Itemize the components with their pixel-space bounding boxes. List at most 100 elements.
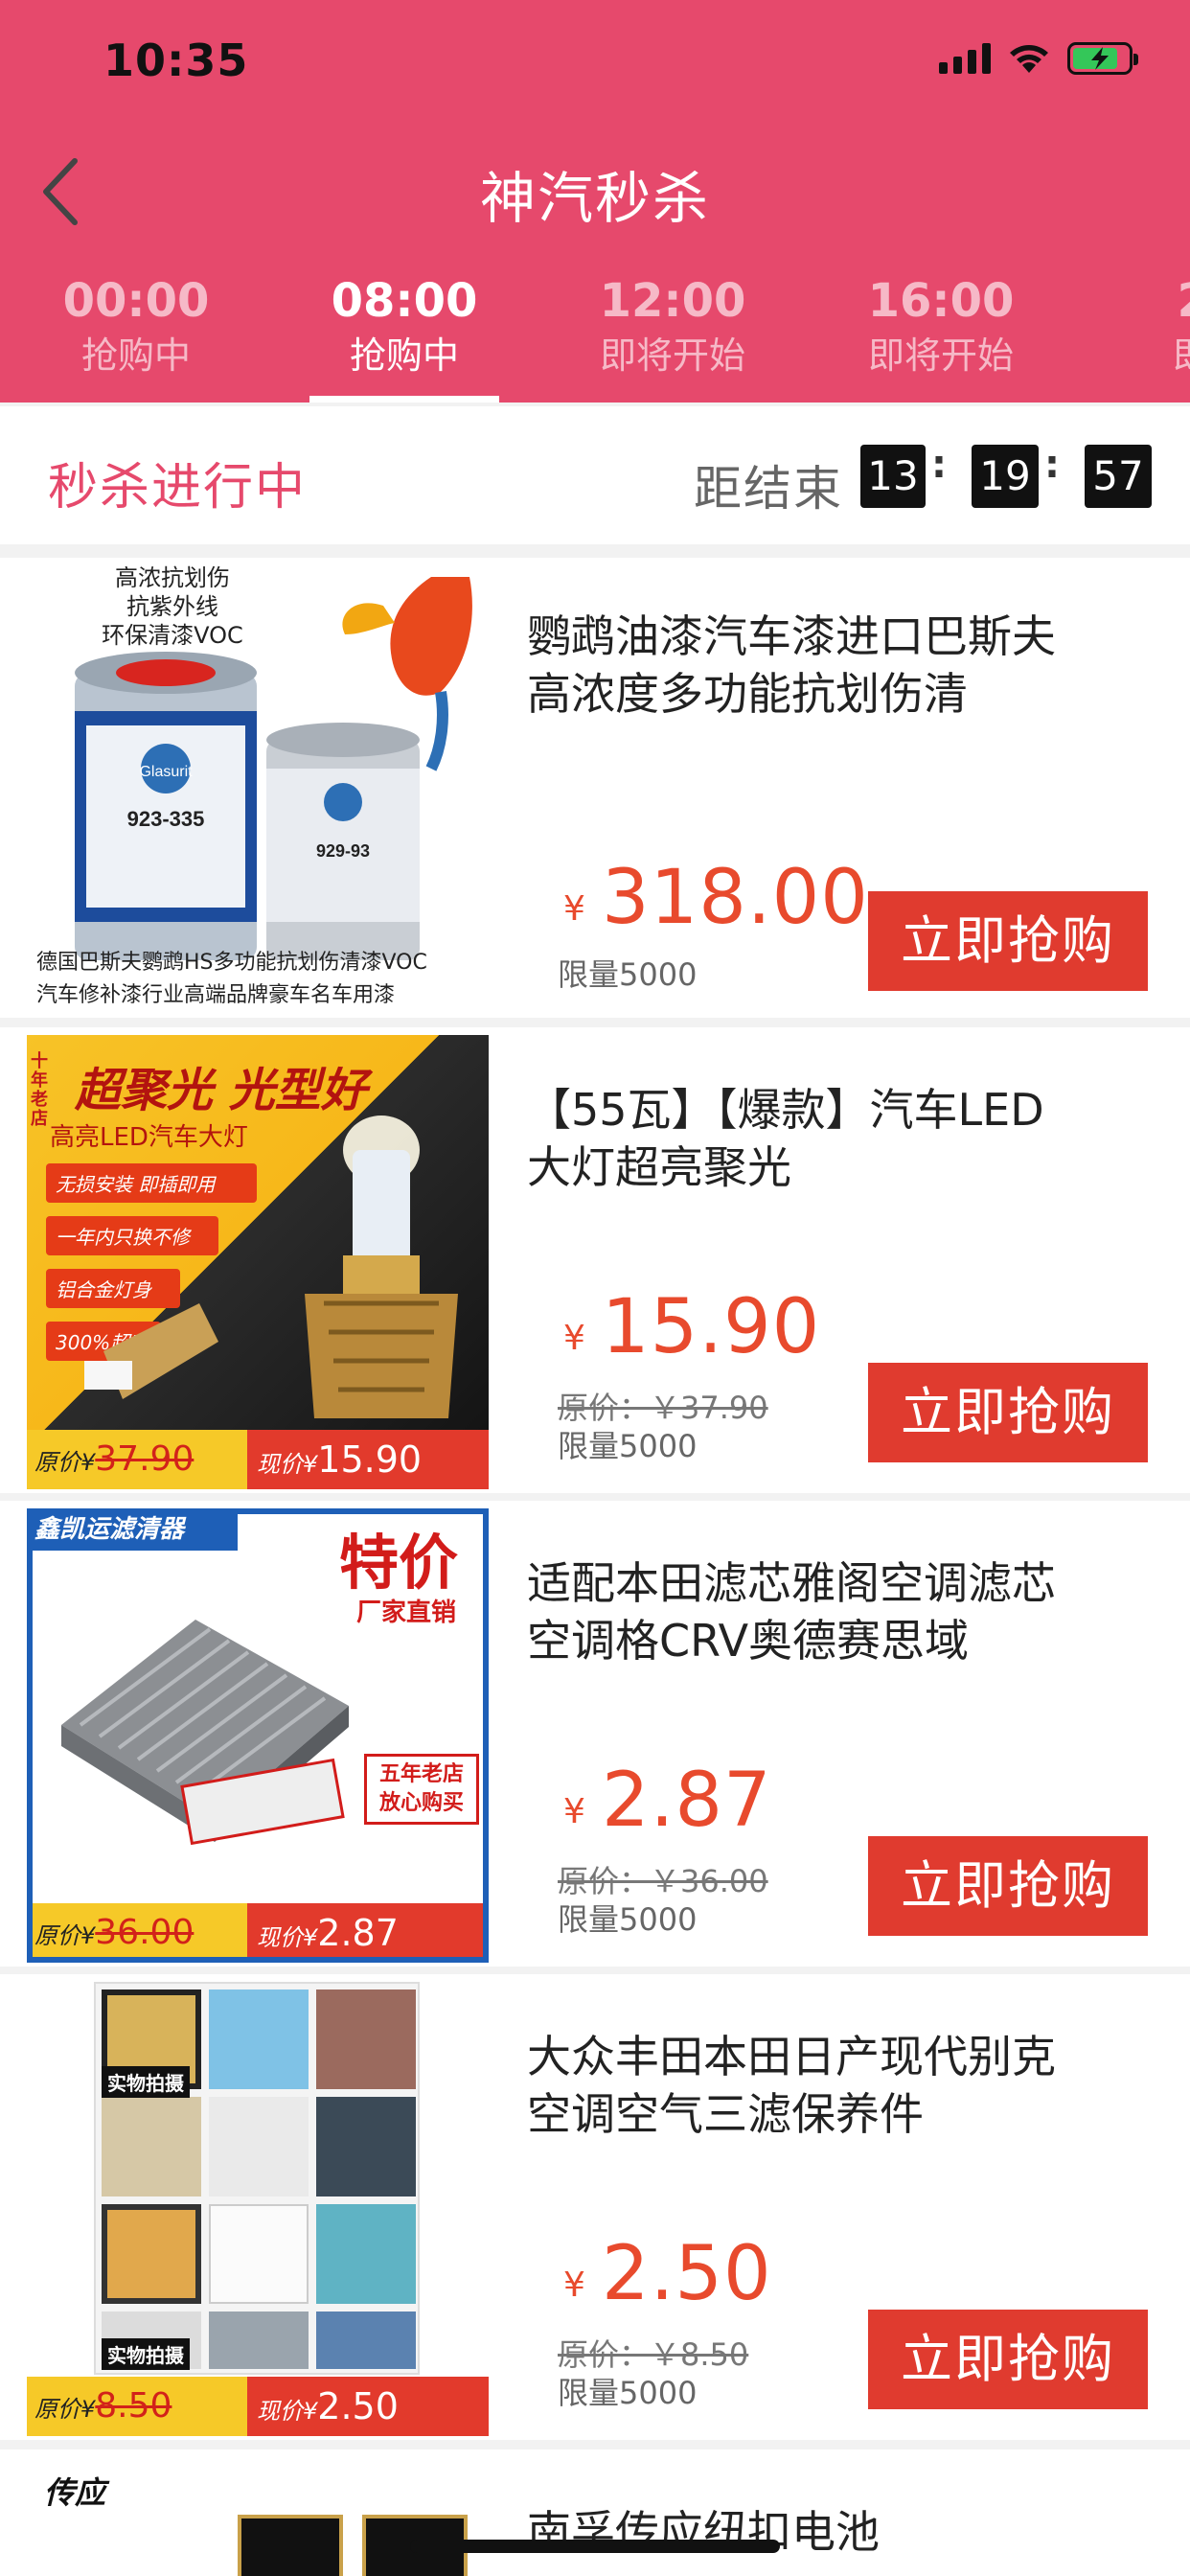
image-price-bar: 原价¥36.00 现价¥2.87	[33, 1903, 483, 1957]
tab-status: 即将开始	[867, 334, 1014, 377]
product-image: 传应	[27, 2457, 489, 2576]
image-text: 15.90	[317, 1438, 423, 1481]
image-text: 8.50	[95, 2386, 172, 2426]
buy-now-button[interactable]: 立即抢购	[868, 1363, 1148, 1462]
countdown-label: 距结束	[694, 461, 843, 517]
quantity-limit: 限量5000	[558, 956, 698, 993]
nav-bar: 神汽秒杀	[0, 134, 1190, 249]
quantity-limit: 限量5000	[558, 1901, 698, 1938]
image-text: 鑫凯运滤清器	[33, 1514, 238, 1551]
buy-now-button[interactable]: 立即抢购	[868, 2310, 1148, 2409]
cellular-signal-icon	[939, 43, 991, 74]
product-card[interactable]: 十年老店 超聚光 光型好 高亮LED汽车大灯 无损安装 即插即用 一年内只换不修…	[0, 1027, 1190, 1493]
currency-symbol: ¥	[563, 1792, 585, 1831]
image-text: 五年老店	[378, 1762, 464, 1786]
countdown-seconds: 57	[1085, 445, 1152, 508]
currency-symbol: ¥	[563, 889, 585, 929]
photo-grid: 实物拍摄 实物拍摄	[94, 1982, 420, 2375]
countdown-bar: 秒杀进行中 距结束 13 : 19 : 57	[0, 406, 1190, 544]
image-text: 抗紫外线	[126, 593, 218, 620]
image-text: 36.00	[95, 1913, 195, 1952]
currency-symbol: ¥	[563, 2266, 585, 2305]
status-icons	[939, 42, 1138, 75]
product-title[interactable]: 大众丰田本田日产现代别克空调空气三滤保养件	[527, 2028, 1064, 2143]
image-text: 汽车修补漆行业高端品牌豪车名车用漆	[36, 983, 396, 1007]
tab-status: 抢购中	[349, 334, 459, 377]
tab-1600[interactable]: 16:00 即将开始	[807, 268, 1075, 402]
product-title[interactable]: 适配本田滤芯雅阁空调滤芯空调格CRV奥德赛思域	[527, 1554, 1064, 1669]
image-text: 现价¥	[257, 1924, 318, 1951]
tab-2000[interactable]: 20 即将	[1075, 268, 1190, 402]
status-time: 10:35	[103, 34, 249, 86]
product-card[interactable]: 传应 南孚传应纽扣电池	[0, 2450, 1190, 2576]
tab-time: 20	[1075, 272, 1190, 330]
product-card[interactable]: Glasurit 923-335 929-93 高浓抗划伤 抗紫外线 环保清漆V…	[0, 558, 1190, 1018]
tab-status: 抢购中	[80, 334, 191, 377]
battery-icon	[1067, 42, 1138, 75]
product-image: Glasurit 923-335 929-93 高浓抗划伤 抗紫外线 环保清漆V…	[19, 558, 481, 1018]
tab-0800[interactable]: 08:00 抢购中	[270, 268, 538, 402]
quantity-limit: 限量5000	[558, 2375, 698, 2411]
image-text: 原价¥	[34, 2396, 96, 2423]
product-title[interactable]: 鹦鹉油漆汽车漆进口巴斯夫高浓度多功能抗划伤清	[527, 608, 1064, 723]
flash-sale-status: 秒杀进行中	[48, 459, 308, 517]
image-text: 放心购买	[378, 1791, 464, 1815]
countdown-separator: :	[1044, 443, 1060, 487]
shop-badge: 五年老店 放心购买	[364, 1754, 479, 1825]
sale-price: 2.50	[602, 2231, 772, 2317]
image-price-bar: 原价¥37.90 现价¥15.90	[27, 1430, 489, 1489]
quantity-limit: 限量5000	[558, 1428, 698, 1464]
countdown-hours: 13	[860, 445, 926, 508]
product-image: 十年老店 超聚光 光型好 高亮LED汽车大灯 无损安装 即插即用 一年内只换不修…	[27, 1035, 489, 1489]
image-text: 传应	[44, 2474, 106, 2511]
wifi-icon	[1010, 45, 1048, 73]
header: 10:35 神汽秒杀 00:00 抢购中 08:00 抢购中 12:00 即将开…	[0, 0, 1190, 402]
currency-symbol: ¥	[563, 1319, 585, 1358]
page-title: 神汽秒杀	[479, 166, 710, 231]
active-tab-indicator	[309, 396, 499, 402]
tab-time: 16:00	[867, 274, 1015, 328]
image-text: 实物拍摄	[102, 2338, 190, 2370]
tab-status: 即将	[1075, 332, 1190, 380]
image-caption-top: 高浓抗划伤 抗紫外线 环保清漆VOC	[86, 564, 259, 650]
tab-0000[interactable]: 00:00 抢购中	[2, 268, 270, 402]
can-brand: Glasurit	[139, 764, 193, 780]
countdown-separator: :	[931, 443, 947, 487]
image-text: 现价¥	[257, 1451, 318, 1478]
image-text: 2.50	[317, 2385, 399, 2427]
sale-price: 15.90	[602, 1284, 821, 1370]
image-caption-bottom: 德国巴斯夫鹦鹉HS多功能抗划伤清漆VOC 汽车修补漆行业高端品牌豪车名车用漆	[36, 947, 481, 1012]
session-tabs: 00:00 抢购中 08:00 抢购中 12:00 即将开始 16:00 即将开…	[0, 268, 1190, 402]
product-image: 实物拍摄 实物拍摄 原价¥8.50 现价¥2.50	[27, 1982, 489, 2436]
image-text: 2.87	[317, 1912, 399, 1954]
home-indicator	[410, 2540, 780, 2553]
can-code: 923-335	[127, 807, 205, 831]
image-text: 厂家直销	[356, 1598, 457, 1627]
buy-now-button[interactable]: 立即抢购	[868, 1836, 1148, 1936]
countdown-minutes: 19	[972, 445, 1039, 508]
can-code: 929-93	[316, 841, 370, 861]
status-bar: 10:35	[0, 0, 1190, 134]
image-text: 原价¥	[34, 1922, 96, 1949]
image-text: 高浓抗划伤	[115, 564, 230, 591]
led-bulb-illustration	[84, 1116, 458, 1418]
product-title[interactable]: 【55瓦】【爆款】汽车LED大灯超亮聚光	[527, 1081, 1064, 1196]
image-text: 原价¥	[34, 1449, 96, 1476]
product-card[interactable]: 鑫凯运滤清器 特价 厂家直销 五年老店 放心购买 原价¥36.00 现价¥2.8…	[0, 1501, 1190, 1966]
image-price-bar: 原价¥8.50 现价¥2.50	[27, 2377, 489, 2436]
image-text: 德国巴斯夫鹦鹉HS多功能抗划伤清漆VOC	[36, 951, 427, 975]
product-card[interactable]: 实物拍摄 实物拍摄 原价¥8.50 现价¥2.50 大众丰田本田日产现代别克空调…	[0, 1974, 1190, 2440]
tab-status: 即将开始	[599, 334, 745, 377]
product-image: 鑫凯运滤清器 特价 厂家直销 五年老店 放心购买 原价¥36.00 现价¥2.8…	[27, 1508, 489, 1963]
image-text: 环保清漆VOC	[102, 622, 243, 649]
sale-price: 318.00	[602, 855, 869, 941]
image-text: 37.90	[95, 1439, 195, 1479]
sale-price: 2.87	[602, 1758, 772, 1844]
image-text: 现价¥	[257, 2398, 318, 2425]
tab-time: 08:00	[331, 274, 478, 328]
buy-now-button[interactable]: 立即抢购	[868, 891, 1148, 991]
cabin-filter-illustration	[61, 1620, 349, 1846]
image-text: 超聚光 光型好	[75, 1064, 367, 1117]
tab-time: 12:00	[599, 274, 746, 328]
tab-1200[interactable]: 12:00 即将开始	[538, 268, 807, 402]
